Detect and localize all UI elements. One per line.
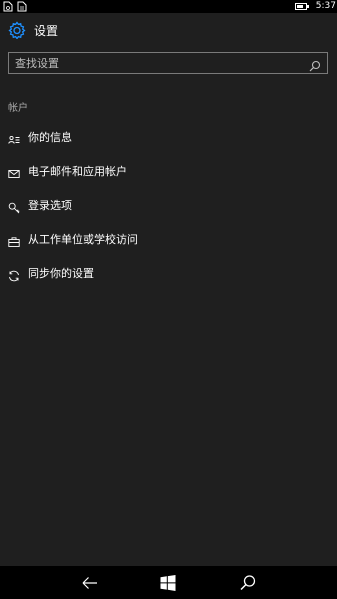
menu-item-email-accounts[interactable]: 电子邮件和应用帐户 bbox=[0, 154, 337, 188]
windows-start-icon[interactable] bbox=[159, 574, 177, 592]
search-box[interactable] bbox=[8, 52, 328, 74]
page-title: 设置 bbox=[34, 23, 59, 38]
section-label-accounts: 帐户 bbox=[8, 103, 28, 114]
notification-app-icon[interactable] bbox=[3, 1, 13, 12]
menu-item-your-info[interactable]: 你的信息 bbox=[0, 120, 337, 154]
status-time: 5:37 bbox=[315, 1, 336, 11]
battery-icon bbox=[295, 3, 309, 10]
page-header: 设置 bbox=[8, 19, 58, 41]
notification-file-icon[interactable] bbox=[17, 1, 27, 12]
menu-item-work-school-access[interactable]: 从工作单位或学校访问 bbox=[0, 222, 337, 256]
back-arrow-icon[interactable] bbox=[81, 574, 99, 592]
settings-menu: 你的信息 电子邮件和应用帐户 登录选项 从工作单位或学校访问 同步你的设置 bbox=[0, 120, 337, 290]
status-bar: 5:37 bbox=[0, 0, 337, 13]
search-icon[interactable] bbox=[239, 574, 257, 592]
battery-fill bbox=[297, 5, 303, 8]
search-input[interactable] bbox=[9, 53, 305, 73]
menu-item-label: 你的信息 bbox=[28, 131, 72, 144]
menu-item-label: 同步你的设置 bbox=[28, 267, 94, 280]
menu-item-label: 电子邮件和应用帐户 bbox=[28, 165, 127, 178]
menu-item-label: 从工作单位或学校访问 bbox=[28, 233, 138, 246]
gear-icon bbox=[8, 21, 26, 40]
settings-screen: 5:37 设置 帐户 bbox=[0, 0, 337, 599]
menu-item-sync-settings[interactable]: 同步你的设置 bbox=[0, 256, 337, 290]
search-icon[interactable] bbox=[309, 57, 321, 72]
menu-item-label: 登录选项 bbox=[28, 199, 72, 212]
person-card-icon bbox=[8, 131, 20, 144]
menu-item-sign-in-options[interactable]: 登录选项 bbox=[0, 188, 337, 222]
briefcase-icon bbox=[8, 233, 20, 247]
mail-icon bbox=[8, 165, 20, 178]
navigation-bar bbox=[0, 566, 337, 599]
key-icon bbox=[8, 199, 20, 214]
sync-icon bbox=[8, 267, 20, 282]
